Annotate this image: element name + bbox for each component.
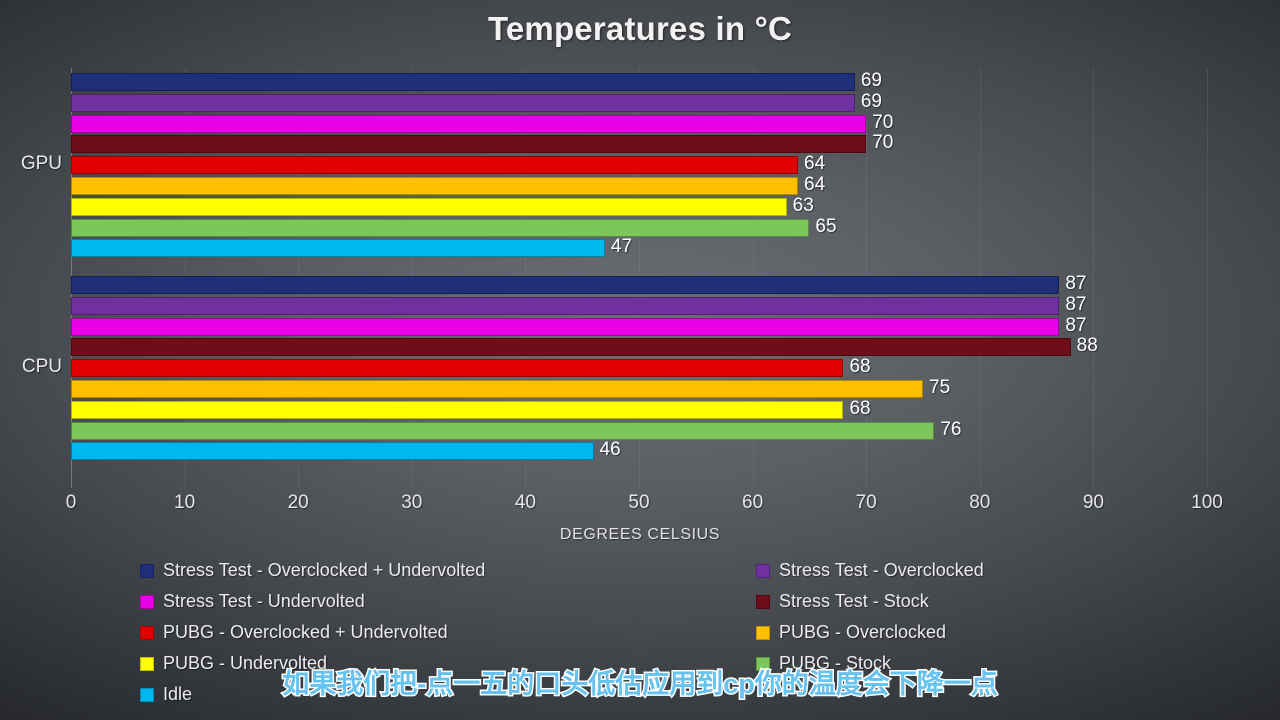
tick-label-80: 80	[969, 492, 991, 513]
x-axis-title: DEGREES CELSIUS	[559, 526, 721, 543]
bar-value-label: 87	[1065, 273, 1087, 294]
bar[interactable]	[71, 421, 935, 440]
legend-item[interactable]: Stress Test - Stock	[756, 591, 929, 612]
plot-area: 69 69 70 70 64 64 63 65 47 87 87 87 88 68 75 68 76 46	[71, 68, 1208, 488]
bar-value-label: 64	[804, 153, 826, 175]
bar-group-cpu-series-5[interactable]: 75	[71, 377, 1207, 398]
tick-label-30: 30	[401, 492, 423, 513]
legend-color-swatch	[756, 594, 770, 609]
bar-group-gpu-series-8[interactable]: 47	[71, 236, 1207, 258]
legend-label: Stress Test - Stock	[779, 591, 929, 611]
bar-group-cpu-series-4[interactable]: 68	[71, 356, 1207, 378]
legend-color-swatch	[140, 594, 154, 609]
bar-value-label: 68	[849, 397, 871, 419]
bar[interactable]	[71, 239, 605, 258]
category-label-cpu: CPU	[21, 356, 62, 378]
tick-label-40: 40	[514, 492, 536, 513]
legend-color-swatch	[756, 563, 770, 578]
bar-group-cpu-series-3[interactable]: 88	[71, 335, 1207, 357]
bar-group-gpu-series-4[interactable]: 64	[71, 153, 1207, 175]
bar[interactable]	[71, 135, 867, 154]
tick-label-60: 60	[742, 492, 764, 513]
bar-value-label: 47	[610, 236, 633, 258]
category-label-gpu: GPU	[20, 153, 62, 175]
bar[interactable]	[71, 73, 855, 91]
legend-item[interactable]: PUBG - Overclocked + Undervolted	[140, 622, 448, 643]
bar-value-label: 63	[792, 194, 814, 216]
legend-item[interactable]: Stress Test - Overclocked + Undervolted	[140, 560, 485, 581]
legend-label: Stress Test - Undervolted	[163, 591, 365, 611]
bar-value-label: 64	[804, 174, 826, 195]
tick-label-20: 20	[287, 492, 309, 513]
bar[interactable]	[71, 114, 867, 133]
tick-label-10: 10	[174, 492, 196, 513]
bar-value-label: 65	[815, 215, 837, 237]
bar-group-cpu-series-2[interactable]: 87	[71, 314, 1207, 336]
bar-group-gpu-series-7[interactable]: 65	[71, 215, 1207, 237]
bar-group-gpu-series-0[interactable]: 69	[71, 70, 1207, 91]
bar[interactable]	[71, 338, 1071, 357]
bar[interactable]	[71, 380, 923, 398]
bar-value-label: 69	[860, 70, 882, 91]
bar-group-cpu-series-7[interactable]: 76	[71, 418, 1207, 440]
bar-value-label: 70	[872, 132, 894, 154]
bar[interactable]	[71, 296, 1060, 315]
bar-group-gpu-series-3[interactable]: 70	[71, 132, 1207, 154]
bar-group-gpu-series-2[interactable]: 70	[71, 111, 1207, 133]
tick-label-50: 50	[628, 492, 650, 513]
bar-value-label: 88	[1076, 335, 1098, 357]
bar[interactable]	[71, 317, 1060, 336]
bar-group-cpu-series-0[interactable]: 87	[71, 273, 1207, 294]
bar[interactable]	[71, 218, 810, 237]
bar-group-cpu-series-8[interactable]: 46	[71, 439, 1207, 461]
legend-item[interactable]: Stress Test - Overclocked	[756, 560, 984, 581]
bar-value-label: 87	[1065, 293, 1087, 315]
legend-color-swatch	[756, 625, 770, 640]
bar-value-label: 46	[599, 439, 621, 461]
legend-item[interactable]: Stress Test - Undervolted	[140, 591, 365, 612]
legend-label: PUBG - Overclocked + Undervolted	[163, 622, 448, 642]
bar[interactable]	[71, 156, 799, 175]
legend-color-swatch	[140, 625, 154, 640]
legend-item[interactable]: PUBG - Overclocked	[756, 622, 946, 643]
subtitle-overlay: 如果我们把-点一五的口头低估应用到cp你的温度会下降一点	[281, 668, 1000, 701]
bar[interactable]	[71, 359, 844, 378]
bar-group-gpu-series-1[interactable]: 69	[71, 90, 1207, 112]
bar-group-gpu-series-5[interactable]: 64	[71, 174, 1207, 195]
bar-group-cpu-series-1[interactable]: 87	[71, 293, 1207, 315]
bar[interactable]	[71, 400, 844, 419]
bar[interactable]	[71, 197, 787, 216]
tick-label-100: 100	[1191, 492, 1223, 513]
chart-title: Temperatures in °C	[487, 10, 793, 47]
bar-value-label: 68	[849, 356, 871, 378]
bar-value-label: 69	[860, 90, 882, 112]
bar-group-cpu-series-6[interactable]: 68	[71, 397, 1207, 419]
gridline-100	[1207, 68, 1208, 488]
bar-value-label: 70	[872, 111, 894, 133]
legend-label: PUBG - Overclocked	[779, 622, 947, 642]
legend-label: Stress Test - Overclocked + Undervolted	[163, 560, 486, 580]
bar[interactable]	[71, 93, 855, 112]
bar-group-gpu-series-6[interactable]: 63	[71, 194, 1207, 216]
bar-value-label: 75	[929, 377, 951, 398]
tick-label-0: 0	[65, 492, 77, 513]
tick-label-70: 70	[855, 492, 877, 513]
bar[interactable]	[71, 276, 1060, 294]
bar[interactable]	[71, 442, 594, 461]
tick-label-90: 90	[1082, 492, 1104, 513]
legend-color-swatch	[140, 563, 154, 578]
chart-slide: Temperatures in °C 69 69 70 70 64 64 63 65 47 87 8…	[0, 0, 1280, 720]
bar[interactable]	[71, 177, 799, 195]
legend-label: Stress Test - Overclocked	[779, 560, 984, 580]
bar-value-label: 76	[940, 418, 962, 440]
bar-value-label: 87	[1065, 314, 1087, 336]
